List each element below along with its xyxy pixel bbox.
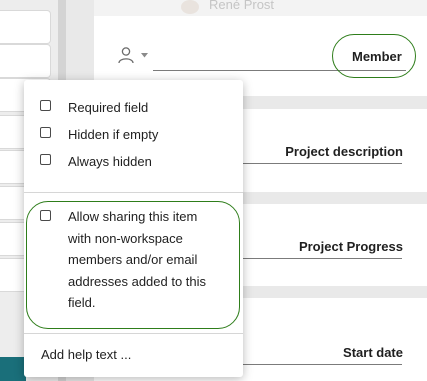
field-label-start-date: Start date — [343, 345, 403, 360]
menu-separator — [24, 333, 243, 334]
left-panel-row[interactable] — [0, 10, 51, 44]
checkbox[interactable] — [40, 127, 51, 138]
person-icon[interactable] — [117, 46, 135, 64]
left-panel-accent — [0, 357, 26, 381]
menu-separator — [24, 192, 243, 193]
field-label-project-description: Project description — [285, 144, 403, 159]
menu-option-hidden-if-empty[interactable]: Hidden if empty — [40, 126, 158, 143]
chevron-down-icon[interactable] — [141, 53, 148, 58]
member-field-label: Member — [352, 49, 402, 64]
menu-option-label: Hidden if empty — [68, 127, 159, 142]
left-panel-row[interactable] — [0, 44, 51, 78]
menu-option-label: Required field — [68, 100, 149, 115]
checkbox[interactable] — [40, 154, 51, 165]
field-underline — [243, 258, 402, 259]
field-underline — [243, 364, 402, 365]
menu-option-always-hidden[interactable]: Always hidden — [40, 153, 152, 170]
checkbox[interactable] — [40, 210, 51, 221]
menu-option-allow-sharing[interactable]: Allow sharing this item with non-workspa… — [40, 209, 218, 314]
field-underline — [243, 163, 402, 164]
background-user-name: René Prost — [209, 0, 275, 12]
add-help-text-link[interactable]: Add help text ... — [41, 347, 131, 362]
field-options-menu: Required field Hidden if empty Always hi… — [24, 80, 243, 377]
menu-option-required-field[interactable]: Required field — [40, 99, 148, 116]
checkbox[interactable] — [40, 100, 51, 111]
menu-option-label: Always hidden — [68, 154, 152, 169]
field-label-project-progress: Project Progress — [298, 239, 403, 254]
menu-option-label: Allow sharing this item with non-workspa… — [68, 209, 207, 310]
user-avatar — [181, 0, 199, 14]
